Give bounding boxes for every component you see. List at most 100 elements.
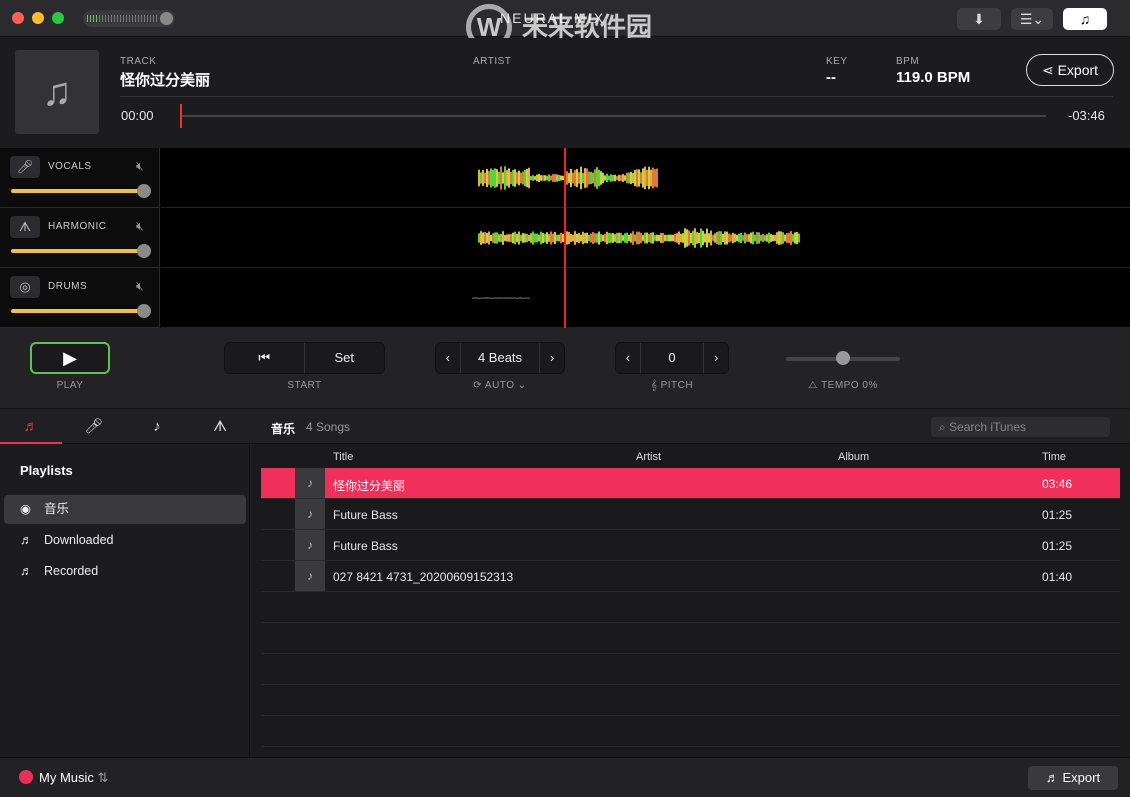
waveform-bar xyxy=(536,233,538,243)
waveform-bar xyxy=(670,234,672,242)
waveform-bar xyxy=(624,175,626,181)
tempo-slider-knob[interactable] xyxy=(836,351,850,365)
waveform-bar xyxy=(604,233,606,243)
source-selector[interactable]: My Music ⇅ xyxy=(19,770,108,786)
column-album[interactable]: Album xyxy=(838,451,869,463)
tempo-label: ⧍ TEMPO 0% xyxy=(786,380,900,391)
playlist-icon: ♬ xyxy=(20,533,33,547)
waveform-bar xyxy=(532,231,534,245)
waveform-bar xyxy=(766,234,768,242)
song-row[interactable]: ♪ Future Bass 01:25 xyxy=(261,530,1120,561)
waveform-bar xyxy=(630,233,632,243)
song-row[interactable]: ♪ Future Bass 01:25 xyxy=(261,499,1120,530)
waveform-bar xyxy=(734,233,736,243)
play-button[interactable]: ▶ xyxy=(30,342,110,374)
close-button[interactable] xyxy=(12,12,24,24)
treble-clef-icon: 𝄞 xyxy=(650,380,661,391)
minimize-button[interactable] xyxy=(32,12,44,24)
waveform-bar xyxy=(524,233,526,243)
waveform-bar xyxy=(530,233,532,243)
artist-label: ARTIST xyxy=(473,56,512,67)
song-time: 01:25 xyxy=(1042,508,1073,522)
waveform-bar xyxy=(528,167,530,189)
waveform-bar xyxy=(600,171,602,185)
waveform-bar xyxy=(618,232,620,244)
playlist-item[interactable]: ♬ Recorded xyxy=(4,557,246,586)
waveform-bar xyxy=(508,297,510,299)
playlist-icon: ♬ xyxy=(20,564,33,578)
guitars-icon: ᗑ xyxy=(212,418,228,435)
waveform-bar xyxy=(566,231,568,245)
skip-to-start-button[interactable]: ⏮ xyxy=(225,343,305,373)
waveform-bar xyxy=(732,232,734,244)
waveform-bar xyxy=(634,170,636,186)
menu-button[interactable]: ☰⌄ xyxy=(1011,8,1053,30)
waveform-bar xyxy=(722,233,724,243)
track-header: ♫ TRACK 怪你过分美丽 ARTIST KEY -- BPM 119.0 B… xyxy=(0,38,1130,148)
progress-bar[interactable] xyxy=(180,115,1046,117)
key-label: KEY xyxy=(826,56,848,67)
master-volume-slider[interactable] xyxy=(83,10,175,27)
waveform-bar xyxy=(518,170,520,186)
waveform-bar xyxy=(496,297,498,299)
waveform-bar xyxy=(508,168,510,188)
pitch-increase-button[interactable]: › xyxy=(704,343,728,373)
waveform-bar xyxy=(492,169,494,187)
waveform-bar xyxy=(586,168,588,188)
waveform-bar xyxy=(492,233,494,243)
waveform-bar xyxy=(512,169,514,187)
column-title[interactable]: Title xyxy=(333,451,353,463)
waveform-bar xyxy=(702,230,704,246)
waveform-bar xyxy=(646,169,648,187)
pitch-decrease-button[interactable]: ‹ xyxy=(616,343,641,373)
waveform-bar xyxy=(580,234,582,242)
waveform-bar xyxy=(616,232,618,244)
loop-mode-dropdown[interactable]: ⟳ AUTO ⌄ xyxy=(435,380,565,391)
loop-icon: ⟳ xyxy=(473,380,485,391)
export-playlist-button[interactable]: ♬ Export xyxy=(1028,766,1118,790)
waveform-bar xyxy=(534,233,536,243)
tab-songs[interactable]: ♪ xyxy=(126,410,188,444)
playlist-item[interactable]: ◉ 音乐 xyxy=(4,495,246,524)
column-time[interactable]: Time xyxy=(1042,451,1066,463)
track-label: TRACK xyxy=(120,56,157,67)
waveform-bar xyxy=(524,169,526,187)
waveform-bar xyxy=(772,234,774,242)
waveform-bar xyxy=(534,176,536,180)
column-artist[interactable]: Artist xyxy=(636,451,661,463)
waveform-bar xyxy=(706,228,708,248)
waveform-bar xyxy=(516,172,518,184)
start-label: START xyxy=(287,380,322,391)
waveform-bar xyxy=(502,231,504,245)
waveform-bar xyxy=(540,175,542,181)
waveform-bar xyxy=(764,235,766,241)
zoom-button[interactable] xyxy=(52,12,64,24)
waveform-bar xyxy=(608,175,610,181)
waveform-bar xyxy=(776,232,778,244)
waveform-bar xyxy=(586,232,588,244)
loop-decrease-button[interactable]: ‹ xyxy=(436,343,461,373)
export-button[interactable]: ⋖ Export xyxy=(1026,54,1114,86)
tab-vocals[interactable]: 🎤︎ xyxy=(63,410,125,444)
playhead[interactable] xyxy=(564,148,566,328)
progress-playhead[interactable] xyxy=(180,104,182,128)
playlist-item[interactable]: ♬ Downloaded xyxy=(4,526,246,555)
volume-knob[interactable] xyxy=(160,12,173,25)
loop-increase-button[interactable]: › xyxy=(540,343,564,373)
waveform-bar xyxy=(578,232,580,244)
waveform-bar xyxy=(664,234,666,242)
download-button[interactable]: ⬇ xyxy=(957,8,1001,30)
chevron-updown-icon: ⇅ xyxy=(93,770,109,785)
waveform-bar xyxy=(610,233,612,243)
song-row[interactable]: ♪ 027 8421 4731_20200609152313 01:40 xyxy=(261,561,1120,592)
set-start-button[interactable]: Set xyxy=(305,343,385,373)
music-button[interactable]: ♫ xyxy=(1063,8,1107,30)
tab-instruments[interactable]: ᗑ xyxy=(189,410,251,444)
waveform-bar xyxy=(654,235,656,241)
song-row[interactable]: ♪ 怪你过分美丽 03:46 xyxy=(261,468,1120,499)
search-input[interactable]: ⌕ Search iTunes xyxy=(931,417,1110,437)
waveform-bar xyxy=(544,175,546,181)
tab-playlists[interactable]: ♬ xyxy=(0,410,62,444)
waveform-bar xyxy=(650,169,652,187)
music-circle-icon: ◉ xyxy=(20,502,31,516)
